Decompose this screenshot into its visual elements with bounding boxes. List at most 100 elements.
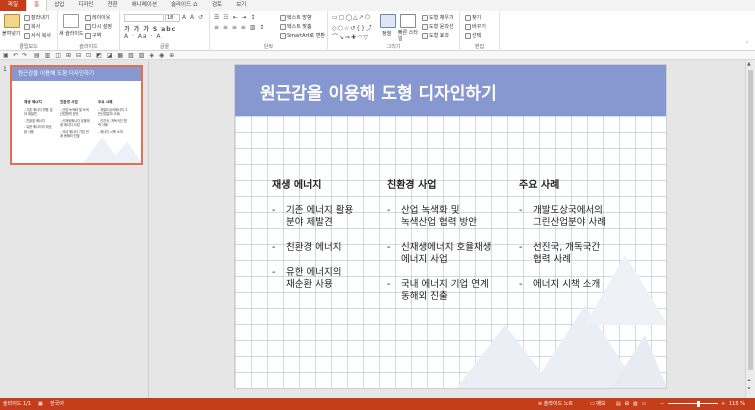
column-heading: 주요 사례 bbox=[519, 180, 560, 191]
arrange-icon bbox=[380, 14, 396, 28]
copy-button[interactable]: 복사 bbox=[24, 23, 40, 30]
paragraph-group-label: 단락 bbox=[263, 44, 274, 50]
paste-button[interactable]: 붙여넣기 bbox=[2, 30, 20, 37]
paste-label: 붙여넣기 bbox=[2, 31, 21, 37]
thumbnail-column-1: 재생 에너지 - 기존 에너지 활용 분야 제발견 - 친환경 에너지 - 유한… bbox=[24, 100, 54, 136]
font-size-input[interactable]: 18 bbox=[165, 14, 180, 22]
comments-button[interactable]: ▭ 메모 bbox=[590, 398, 606, 410]
layout-button[interactable]: 레이아웃 bbox=[85, 14, 110, 21]
tab-animations[interactable]: 애니메이션 bbox=[125, 0, 164, 11]
shapes-gallery-row3[interactable]: ⌒↘⇒✚◠▽ bbox=[332, 32, 369, 41]
pen-icon bbox=[422, 23, 428, 30]
clipboard-group: 붙여넣기 잘라내기 복사 서식 복사 클립보드 bbox=[0, 11, 58, 51]
font-grow-shrink-icons[interactable]: A A ↺ bbox=[182, 14, 204, 21]
slide-thumbnail[interactable]: 원근감을 이용해 도형 디자인하기 재생 에너지 - 기존 에너지 활용 분야 … bbox=[10, 65, 143, 165]
bullet-item: - 개발도상국에서의 그린산업분야 사례 bbox=[519, 205, 606, 228]
save-icon[interactable]: ▣ bbox=[3, 52, 9, 59]
column-key-cases[interactable]: 주요 사례 - 개발도상국에서의 그린산업분야 사례 - 선진국, 개독국간 협력 … bbox=[519, 176, 659, 304]
zoom-level[interactable]: 115 % bbox=[729, 398, 745, 410]
language-indicator[interactable]: 한국어 bbox=[50, 398, 64, 410]
thumbnail-number: 1 bbox=[3, 66, 7, 73]
text-direction-button[interactable]: 텍스트 방향 bbox=[280, 14, 312, 21]
notes-button[interactable]: ≡ 슬라이드 노트 bbox=[538, 398, 573, 410]
copy-label: 복사 bbox=[31, 24, 41, 30]
tab-slide-show[interactable]: 슬라이드 쇼 bbox=[164, 0, 205, 11]
arrange-label: 정렬 bbox=[382, 31, 392, 37]
editing-group: 찾기 바꾸기 선택 편집 bbox=[460, 11, 500, 51]
reset-label: 다시 설정 bbox=[92, 24, 112, 30]
shape-outline-button[interactable]: 도형 윤곽선 bbox=[422, 23, 454, 30]
find-label: 찾기 bbox=[472, 15, 482, 21]
cut-button[interactable]: 잘라내기 bbox=[24, 14, 49, 21]
align-text-button[interactable]: 텍스트 맞춤 bbox=[280, 23, 312, 30]
next-slide-icon[interactable]: ⏷ bbox=[747, 386, 751, 392]
new-slide-label: 새 슬라이드 bbox=[59, 31, 84, 37]
arrange-button[interactable]: 정렬 bbox=[382, 30, 391, 37]
bullet-text: 친환경 에너지 bbox=[286, 242, 342, 253]
tab-file[interactable]: 파일 bbox=[0, 0, 27, 11]
reset-button[interactable]: 다시 설정 bbox=[85, 23, 112, 30]
toolbar-icons[interactable]: ▤▥◫⊞⊟⊡◩◪▦▧▨◈◉⊕ bbox=[34, 52, 179, 59]
align-text-icon bbox=[280, 23, 286, 30]
quick-access-toolbar: ▣ ↶ ↷ ▤▥◫⊞⊟⊡◩◪▦▧▨◈◉⊕ bbox=[0, 51, 755, 60]
align-text-label: 텍스트 맞춤 bbox=[287, 24, 312, 30]
tab-view[interactable]: 보기 bbox=[229, 0, 253, 11]
shape-fill-label: 도형 채우기 bbox=[429, 15, 454, 21]
font-style-buttons[interactable]: 가 가 가 S abc bbox=[124, 24, 176, 33]
redo-icon[interactable]: ↷ bbox=[22, 52, 27, 59]
thumbnail-col1-head: 재생 에너지 bbox=[24, 100, 42, 104]
zoom-slider[interactable] bbox=[668, 403, 718, 404]
slide-title[interactable]: 원근감을 이용해 도형 디자인하기 bbox=[260, 79, 497, 104]
thumbnail-col3-head: 주요 사례 bbox=[98, 100, 113, 104]
undo-icon[interactable]: ↶ bbox=[13, 52, 18, 59]
zoom-in-icon[interactable]: + bbox=[721, 398, 725, 410]
slides-group-label: 슬라이드 bbox=[79, 44, 98, 50]
list-buttons[interactable]: ☰ ☷ ⇤ ⇥ ↕ bbox=[214, 14, 256, 21]
slides-group: 새 슬라이드 레이아웃 다시 설정 구역 슬라이드 bbox=[58, 11, 120, 51]
shape-outline-label: 도형 윤곽선 bbox=[429, 24, 454, 30]
quick-styles-button[interactable]: 빠른 스타일 bbox=[398, 30, 422, 42]
scissors-icon bbox=[24, 14, 30, 21]
bullet-item: - 선진국, 개독국간 협력 사례 bbox=[519, 242, 601, 265]
scroll-up-icon[interactable]: ▲ bbox=[747, 61, 751, 67]
collapse-ribbon-icon[interactable]: ⌃ bbox=[745, 41, 749, 47]
smartart-button[interactable]: SmartArt로 변환 bbox=[280, 32, 325, 39]
shapes-gallery[interactable]: ▭▢◯△↗⬠ bbox=[332, 14, 371, 21]
zoom-slider-knob[interactable] bbox=[697, 401, 700, 407]
tab-transitions[interactable]: 전환 bbox=[101, 0, 125, 11]
scrollbar-thumb[interactable] bbox=[748, 70, 753, 370]
prev-slide-icon[interactable]: ⏶ bbox=[747, 378, 751, 384]
ribbon-tab-bar: 파일 홈 삽입 디자인 전환 애니메이션 슬라이드 쇼 검토 보기 bbox=[0, 0, 755, 11]
thumbnail-col1-item: - 친환경 에너지 bbox=[24, 118, 45, 123]
align-buttons[interactable]: ≡ ≡ ≡ ≡ ▥ ↕ bbox=[214, 24, 265, 31]
vertical-scrollbar[interactable]: ▲ ⏶ ⏷ bbox=[745, 60, 755, 398]
powerpoint-window: { "tabs":[ {"label":"파일","kind":"file"},… bbox=[0, 0, 755, 410]
tab-review[interactable]: 검토 bbox=[205, 0, 229, 11]
tab-insert[interactable]: 삽입 bbox=[47, 0, 71, 11]
text-direction-label: 텍스트 방향 bbox=[287, 15, 312, 21]
shapes-gallery-row2[interactable]: ◇⬡☆↺{}⤴ bbox=[332, 23, 373, 32]
replace-button[interactable]: 바꾸기 bbox=[465, 23, 486, 30]
column-eco-business[interactable]: 친환경 사업 - 산업 녹색화 및 녹색산업 협력 방안 - 신재생에너지 호율재생… bbox=[387, 176, 537, 316]
bullet-text: 기존 에너지 활용 분야 제발견 bbox=[286, 205, 354, 228]
notes-label: 슬라이드 노트 bbox=[543, 401, 573, 407]
smartart-icon bbox=[280, 32, 286, 39]
zoom-out-icon[interactable]: − bbox=[660, 398, 664, 410]
shape-effects-button[interactable]: 도형 효과 bbox=[422, 32, 449, 39]
bullet-item: - 산업 녹색화 및 녹색산업 협력 방안 bbox=[387, 205, 477, 228]
section-button[interactable]: 구역 bbox=[85, 32, 101, 39]
view-buttons[interactable]: ▤⊞▥▭ bbox=[616, 398, 650, 410]
find-button[interactable]: 찾기 bbox=[465, 14, 481, 21]
select-button[interactable]: 선택 bbox=[465, 32, 481, 39]
new-slide-button[interactable]: 새 슬라이드 bbox=[59, 30, 84, 37]
slide-canvas[interactable]: 원근감을 이용해 도형 디자인하기 재생 에너지 - 기존 에너지 활용 분야 제… bbox=[234, 64, 667, 389]
format-painter-button[interactable]: 서식 복사 bbox=[24, 32, 51, 39]
font-name-input[interactable] bbox=[124, 14, 164, 22]
font-color-buttons[interactable]: A · Aa · A bbox=[124, 33, 161, 40]
bullet-text: 선진국, 개독국간 협력 사례 bbox=[533, 242, 601, 265]
proofing-icon[interactable]: ▣ bbox=[38, 398, 43, 410]
thumbnail-title: 원근감을 이용해 도형 디자인하기 bbox=[12, 67, 141, 81]
shape-fill-button[interactable]: 도형 채우기 bbox=[422, 14, 454, 21]
tab-home[interactable]: 홈 bbox=[26, 0, 48, 11]
tab-design[interactable]: 디자인 bbox=[71, 0, 100, 11]
